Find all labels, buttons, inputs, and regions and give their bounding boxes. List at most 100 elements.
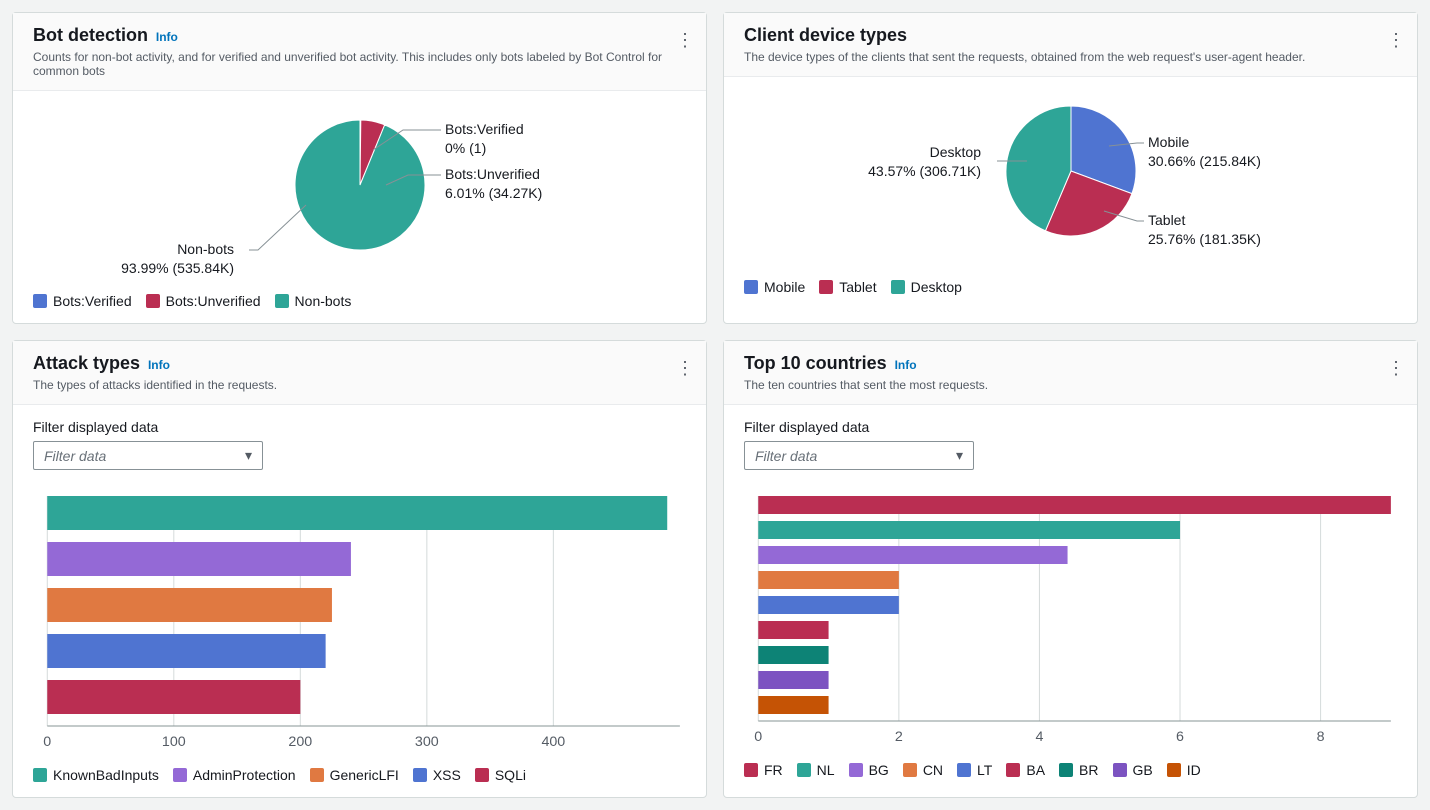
legend-item: Tablet [819, 279, 876, 295]
bar-SQLi [47, 680, 300, 714]
panel-header: Bot detection Info Counts for non-bot ac… [13, 13, 706, 91]
legend-item: XSS [413, 767, 461, 783]
legend: MobileTabletDesktop [744, 279, 1397, 295]
legend-swatch [1006, 763, 1020, 777]
bar-FR [758, 496, 1391, 514]
legend-label: BA [1026, 762, 1045, 778]
legend-swatch [275, 294, 289, 308]
bar-GenericLFI [47, 588, 332, 622]
legend-label: CN [923, 762, 943, 778]
panel-title: Bot detection [33, 25, 148, 45]
legend-swatch [744, 763, 758, 777]
attack-bar-chart: 0100200300400 [33, 486, 686, 759]
legend-label: BG [869, 762, 889, 778]
panel-header: Top 10 countries Info The ten countries … [724, 341, 1417, 405]
panel-title: Attack types [33, 353, 140, 373]
panel-desc: Counts for non-bot activity, and for ver… [33, 50, 686, 78]
legend-swatch [173, 768, 187, 782]
legend-swatch [1059, 763, 1073, 777]
callout-value: 0% (1) [445, 139, 524, 158]
legend-label: AdminProtection [193, 767, 296, 783]
legend-label: Tablet [839, 279, 876, 295]
kebab-menu-icon[interactable]: ⋮ [1387, 359, 1405, 377]
bar-NL [758, 521, 1180, 539]
legend-swatch [1113, 763, 1127, 777]
legend-label: KnownBadInputs [53, 767, 159, 783]
legend-label: Bots:Verified [53, 293, 132, 309]
panel-title: Client device types [744, 25, 907, 45]
legend-swatch [797, 763, 811, 777]
filter-label: Filter displayed data [744, 419, 1397, 435]
bar-AdminProtection [47, 542, 351, 576]
kebab-menu-icon[interactable]: ⋮ [676, 31, 694, 49]
filter-dropdown[interactable]: Filter data ▾ [744, 441, 974, 470]
bar-KnownBadInputs [47, 496, 667, 530]
legend-label: LT [977, 762, 992, 778]
legend-label: XSS [433, 767, 461, 783]
legend-item: BR [1059, 762, 1098, 778]
legend: Bots:Verified Bots:Unverified Non-bots [33, 293, 686, 309]
kebab-menu-icon[interactable]: ⋮ [1387, 31, 1405, 49]
legend-swatch [903, 763, 917, 777]
bar-LT [758, 596, 899, 614]
panel-bot-detection: Bot detection Info Counts for non-bot ac… [12, 12, 707, 324]
legend-item: Bots:Unverified [146, 293, 261, 309]
panel-desc: The types of attacks identified in the r… [33, 378, 686, 392]
callout-name: Mobile [1148, 134, 1189, 150]
svg-text:100: 100 [162, 733, 186, 749]
legend-swatch [33, 768, 47, 782]
bar-GB [758, 671, 828, 689]
countries-bar-chart: 02468 [744, 486, 1397, 754]
svg-text:200: 200 [288, 733, 312, 749]
legend-swatch [33, 294, 47, 308]
info-link[interactable]: Info [148, 358, 170, 372]
legend-swatch [146, 294, 160, 308]
svg-text:4: 4 [1035, 728, 1043, 744]
legend-label: BR [1079, 762, 1098, 778]
legend-swatch [957, 763, 971, 777]
caret-down-icon: ▾ [956, 447, 963, 464]
legend-item: SQLi [475, 767, 526, 783]
bar-XSS [47, 634, 325, 668]
legend-item: ID [1167, 762, 1201, 778]
filter-dropdown[interactable]: Filter data ▾ [33, 441, 263, 470]
filter-label: Filter displayed data [33, 419, 686, 435]
legend-label: NL [817, 762, 835, 778]
legend-swatch [891, 280, 905, 294]
legend-item: Non-bots [275, 293, 352, 309]
legend-swatch [744, 280, 758, 294]
svg-text:2: 2 [895, 728, 903, 744]
bar-BA [758, 621, 828, 639]
panel-client-device-types: Client device types The device types of … [723, 12, 1418, 324]
panel-attack-types: Attack types Info The types of attacks i… [12, 340, 707, 798]
legend-label: Non-bots [295, 293, 352, 309]
panel-title: Top 10 countries [744, 353, 887, 373]
bar-BG [758, 546, 1067, 564]
svg-text:6: 6 [1176, 728, 1184, 744]
panel-header: Attack types Info The types of attacks i… [13, 341, 706, 405]
kebab-menu-icon[interactable]: ⋮ [676, 359, 694, 377]
legend-label: FR [764, 762, 783, 778]
svg-text:0: 0 [754, 728, 762, 744]
callout-value: 6.01% (34.27K) [445, 184, 542, 203]
legend-item: AdminProtection [173, 767, 296, 783]
legend-swatch [1167, 763, 1181, 777]
callout-name: Non-bots [177, 241, 234, 257]
svg-text:400: 400 [541, 733, 565, 749]
legend-item: LT [957, 762, 992, 778]
panel-top-countries: Top 10 countries Info The ten countries … [723, 340, 1418, 798]
bar-BR [758, 646, 828, 664]
legend: KnownBadInputsAdminProtectionGenericLFIX… [33, 767, 686, 783]
info-link[interactable]: Info [895, 358, 917, 372]
callout-name: Desktop [930, 144, 981, 160]
legend-label: SQLi [495, 767, 526, 783]
legend: FR NL BG CN LT BA BR GB ID [744, 762, 1397, 778]
callout-name: Bots:Verified [445, 121, 524, 137]
legend-label: GB [1133, 762, 1153, 778]
callout-name: Bots:Unverified [445, 166, 540, 182]
callout-value: 43.57% (306.71K) [868, 162, 981, 181]
bot-pie-chart: Bots:Verified 0% (1) Bots:Unverified 6.0… [33, 105, 686, 285]
legend-item: Bots:Verified [33, 293, 132, 309]
legend-item: NL [797, 762, 835, 778]
info-link[interactable]: Info [156, 30, 178, 44]
